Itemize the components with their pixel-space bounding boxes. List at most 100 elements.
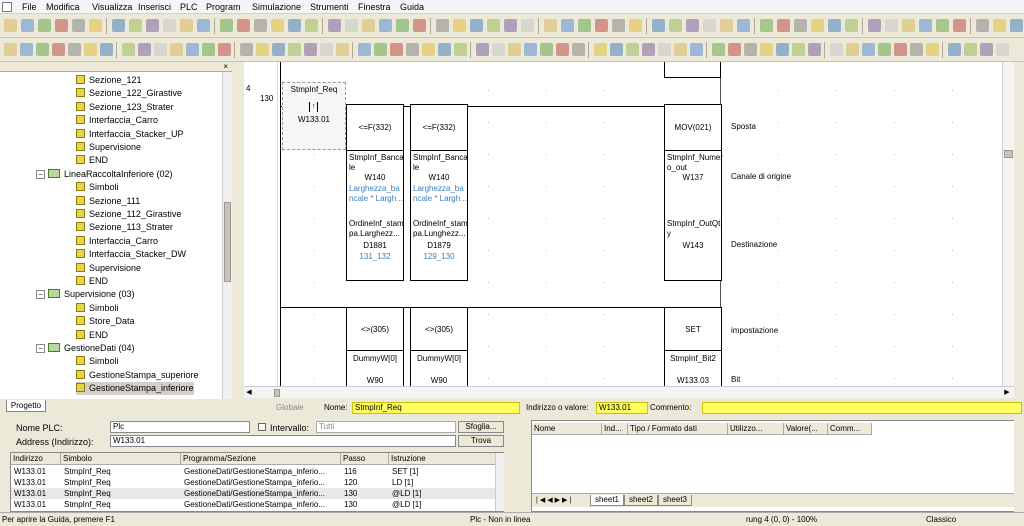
toolbar-button-icon[interactable] — [55, 19, 68, 32]
find-button[interactable]: Trova — [458, 435, 504, 447]
toolbar-button-icon[interactable] — [674, 43, 687, 56]
column-header[interactable]: Simbolo — [61, 453, 181, 465]
toolbar-button-icon[interactable] — [642, 43, 655, 56]
toolbar-button-icon[interactable] — [595, 19, 608, 32]
tree-folder[interactable]: Supervisione (03) — [48, 288, 135, 301]
toolbar-button-icon[interactable] — [862, 43, 875, 56]
function-block[interactable]: SET StmpInf_Bit2 W133.03 — [664, 307, 722, 386]
collapse-toggle-icon[interactable]: − — [36, 290, 45, 300]
toolbar-button-icon[interactable] — [396, 19, 409, 32]
toolbar-button-icon[interactable] — [690, 43, 703, 56]
toolbar-button-icon[interactable] — [919, 19, 932, 32]
menu-program[interactable]: Program — [206, 2, 241, 12]
tree-item[interactable]: Store_Data — [76, 315, 135, 328]
toolbar-button-icon[interactable] — [712, 43, 725, 56]
tree-item[interactable]: Sezione_121 — [76, 74, 142, 87]
menu-strumenti[interactable]: Strumenti — [310, 2, 349, 12]
toolbar-button-icon[interactable] — [197, 19, 210, 32]
toolbar-button-icon[interactable] — [728, 43, 741, 56]
toolbar-button-icon[interactable] — [36, 43, 49, 56]
watch-column-header[interactable]: Valore(... — [784, 423, 828, 435]
toolbar-button-icon[interactable] — [794, 19, 807, 32]
collapse-toggle-icon[interactable]: − — [36, 169, 45, 179]
menu-file[interactable]: File — [22, 2, 37, 12]
toolbar-button-icon[interactable] — [379, 19, 392, 32]
toolbar-button-icon[interactable] — [556, 43, 569, 56]
toolbar-button-icon[interactable] — [256, 43, 269, 56]
tree-item[interactable]: Supervisione — [76, 262, 141, 275]
toolbar-button-icon[interactable] — [89, 19, 102, 32]
menu-modifica[interactable]: Modifica — [46, 2, 80, 12]
toolbar-button-icon[interactable] — [910, 43, 923, 56]
toolbar-button-icon[interactable] — [878, 43, 891, 56]
toolbar-button-icon[interactable] — [328, 19, 341, 32]
toolbar-button-icon[interactable] — [540, 43, 553, 56]
tree-item[interactable]: Interfaccia_Carro — [76, 114, 158, 127]
toolbar-button-icon[interactable] — [487, 19, 500, 32]
toolbar-button-icon[interactable] — [868, 19, 881, 32]
toolbar-button-icon[interactable] — [72, 19, 85, 32]
menu-visualizza[interactable]: Visualizza — [92, 2, 132, 12]
tree-item[interactable]: GestioneStampa_inferiore — [76, 382, 194, 396]
toolbar-button-icon[interactable] — [390, 43, 403, 56]
ladder-vscroll[interactable] — [1002, 62, 1014, 386]
tree-scrollbar[interactable] — [222, 72, 232, 399]
tree-item[interactable]: END — [76, 275, 108, 288]
toolbar-button-icon[interactable] — [953, 19, 966, 32]
toolbar-button-icon[interactable] — [720, 19, 733, 32]
toolbar-button-icon[interactable] — [610, 43, 623, 56]
toolbar-button-icon[interactable] — [100, 43, 113, 56]
tree-item[interactable]: Interfaccia_Stacker_UP — [76, 128, 184, 141]
toolbar-button-icon[interactable] — [521, 19, 534, 32]
toolbar-button-icon[interactable] — [202, 43, 215, 56]
toolbar-button-icon[interactable] — [948, 43, 961, 56]
toolbar-button-icon[interactable] — [271, 19, 284, 32]
toolbar-button-icon[interactable] — [336, 43, 349, 56]
watch-column-header[interactable]: Comm... — [828, 423, 872, 435]
toolbar-button-icon[interactable] — [406, 43, 419, 56]
tree-item[interactable]: Sezione_111 — [76, 195, 140, 208]
toolbar-button-icon[interactable] — [594, 43, 607, 56]
tab-progetto[interactable]: Progetto — [6, 400, 46, 412]
column-header[interactable]: Istruzione — [389, 453, 503, 465]
address-search-field[interactable]: W133.01 — [110, 435, 456, 447]
tree-item[interactable]: END — [76, 329, 108, 342]
tree-item[interactable]: Sezione_122_Girastive — [76, 87, 182, 100]
toolbar-button-icon[interactable] — [362, 19, 375, 32]
toolbar-button-icon[interactable] — [980, 43, 993, 56]
browse-button[interactable]: Sfoglia... — [458, 421, 504, 433]
toolbar-button-icon[interactable] — [320, 43, 333, 56]
scroll-right-icon[interactable]: ▶ — [1002, 388, 1012, 398]
toolbar-button-icon[interactable] — [422, 43, 435, 56]
toolbar-button-icon[interactable] — [760, 19, 773, 32]
toolbar-button-icon[interactable] — [830, 43, 843, 56]
close-icon[interactable]: × — [223, 62, 228, 71]
watch-column-header[interactable]: Tipo / Formato dati — [628, 423, 728, 435]
tree-folder[interactable]: LineaRaccoltaInferiore (02) — [48, 168, 173, 181]
sheet-tab[interactable]: sheet2 — [624, 495, 658, 506]
toolbar-button-icon[interactable] — [358, 43, 371, 56]
toolbar-button-icon[interactable] — [792, 43, 805, 56]
toolbar-button-icon[interactable] — [658, 43, 671, 56]
watch-column-header[interactable]: Utilizzo... — [728, 423, 784, 435]
tree-item[interactable]: Interfaccia_Stacker_DW — [76, 248, 186, 261]
sheet-nav-icon[interactable]: |◀◀▶▶| — [536, 496, 573, 504]
toolbar-button-icon[interactable] — [129, 19, 142, 32]
toolbar-button-icon[interactable] — [180, 19, 193, 32]
tree-item[interactable]: GestioneStampa_superiore — [76, 369, 199, 382]
toolbar-button-icon[interactable] — [436, 19, 449, 32]
toolbar-button-icon[interactable] — [476, 43, 489, 56]
toolbar-button-icon[interactable] — [170, 43, 183, 56]
toolbar-button-icon[interactable] — [936, 19, 949, 32]
toolbar-button-icon[interactable] — [993, 19, 1006, 32]
toolbar-button-icon[interactable] — [808, 43, 821, 56]
toolbar-button-icon[interactable] — [154, 43, 167, 56]
toolbar-button-icon[interactable] — [272, 43, 285, 56]
toolbar-button-icon[interactable] — [777, 19, 790, 32]
table-row[interactable]: W133.01 StmpInf_Req GestioneDati/GestioneS… — [11, 466, 495, 477]
toolbar-button-icon[interactable] — [20, 43, 33, 56]
toolbar-button-icon[interactable] — [218, 43, 231, 56]
toolbar-button-icon[interactable] — [508, 43, 521, 56]
toolbar-button-icon[interactable] — [454, 43, 467, 56]
tree-item[interactable]: Simboli — [76, 355, 119, 368]
